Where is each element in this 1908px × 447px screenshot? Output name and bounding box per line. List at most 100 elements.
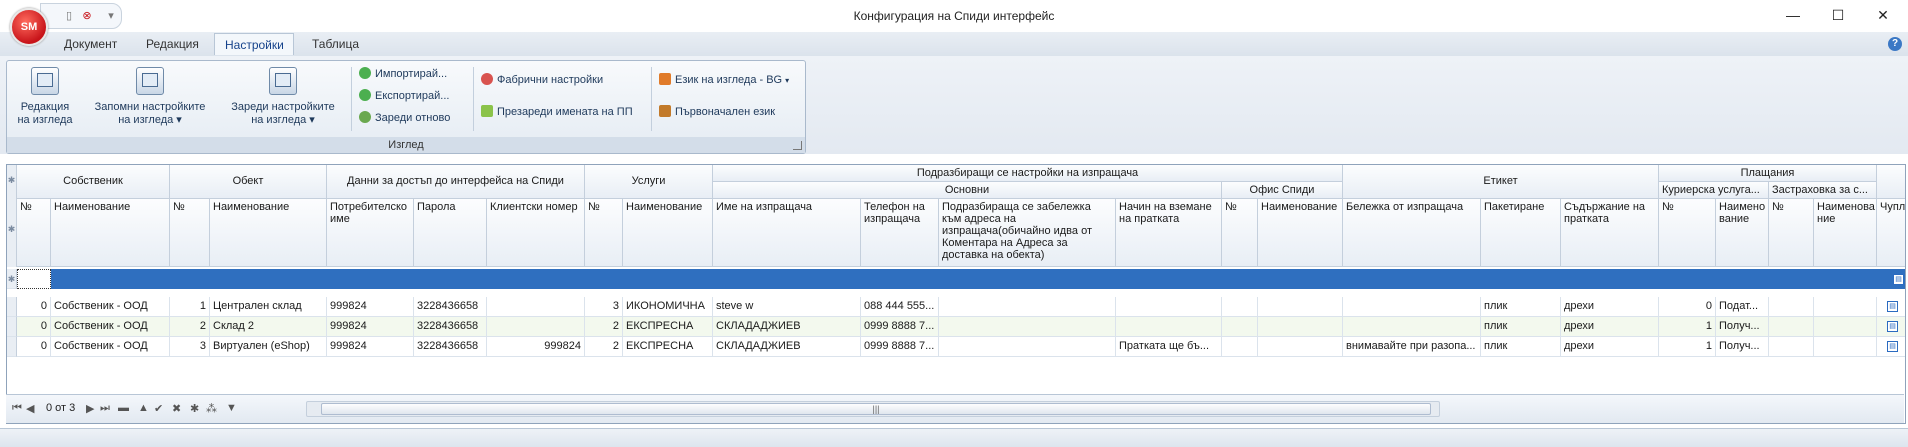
- load-layout-button[interactable]: Зареди настройките на изгледа ▾: [225, 67, 341, 127]
- factory-settings-button[interactable]: Фабрични настройки: [481, 73, 603, 86]
- col-pay-insurance-no[interactable]: №: [1769, 199, 1814, 267]
- cell-service-name[interactable]: ЕКСПРЕСНА: [623, 337, 713, 357]
- col-service-name[interactable]: Наименование: [623, 199, 713, 267]
- cell-office-no[interactable]: [1222, 337, 1258, 357]
- cell-fragile[interactable]: ▤: [1877, 317, 1905, 337]
- reload-names-button[interactable]: Презареди имената на ПП: [481, 105, 633, 118]
- col-password[interactable]: Парола: [414, 199, 487, 267]
- row-edit-icon[interactable]: ▤: [1887, 321, 1898, 332]
- cell-service-no[interactable]: 3: [585, 297, 623, 317]
- cell-office-name[interactable]: [1258, 297, 1343, 317]
- cell-fragile[interactable]: ▤: [1877, 297, 1905, 317]
- horizontal-scrollbar[interactable]: |||: [306, 401, 1440, 417]
- tab-edit[interactable]: Редакция: [146, 37, 199, 51]
- col-pickup-method[interactable]: Начин на вземане на пратката: [1116, 199, 1222, 267]
- close-button[interactable]: ✕: [1868, 4, 1898, 26]
- cell-pay-ins-no[interactable]: [1769, 317, 1814, 337]
- cell-pay-courier-name[interactable]: Получ...: [1716, 317, 1769, 337]
- cell-pay-ins-no[interactable]: [1769, 297, 1814, 317]
- cell-sender-note[interactable]: [1343, 297, 1481, 317]
- cell-owner-name[interactable]: Собственик - ООД: [51, 337, 170, 357]
- append-record-icon[interactable]: ▲: [138, 402, 149, 414]
- row-edit-icon[interactable]: ▤: [1887, 341, 1898, 352]
- prev-page-icon[interactable]: ◀: [26, 402, 34, 415]
- cell-sender-note[interactable]: внимавайте при разопа...: [1343, 337, 1481, 357]
- cell-service-no[interactable]: 2: [585, 337, 623, 357]
- cell-fragile[interactable]: ▤: [1877, 337, 1905, 357]
- cell-owner-no[interactable]: 0: [17, 337, 51, 357]
- cell-pay-ins-name[interactable]: [1814, 317, 1877, 337]
- cell-owner-name[interactable]: Собственик - ООД: [51, 297, 170, 317]
- delete-record-icon[interactable]: ▬: [118, 402, 129, 414]
- cell-packaging[interactable]: плик: [1481, 317, 1561, 337]
- cell-packaging[interactable]: плик: [1481, 337, 1561, 357]
- cell-pay-courier-name[interactable]: Подат...: [1716, 297, 1769, 317]
- col-sender-note[interactable]: Бележка от изпращача: [1343, 199, 1481, 267]
- cell-client-no[interactable]: [487, 317, 585, 337]
- cell-username[interactable]: 999824: [327, 317, 414, 337]
- cell-sender-name[interactable]: steve w: [713, 297, 861, 317]
- import-button[interactable]: Импортирай...: [359, 67, 447, 80]
- maximize-button[interactable]: ☐: [1823, 4, 1853, 26]
- cell-sender-name[interactable]: СКЛАДАДЖИЕВ: [713, 337, 861, 357]
- cell-sender-name[interactable]: СКЛАДАДЖИЕВ: [713, 317, 861, 337]
- col-sender-phone[interactable]: Телефон на изпращача: [861, 199, 939, 267]
- column-chooser-icon[interactable]: ✱: [7, 199, 17, 267]
- cell-client-no[interactable]: [487, 297, 585, 317]
- cell-service-name[interactable]: ЕКСПРЕСНА: [623, 317, 713, 337]
- cell-username[interactable]: 999824: [327, 297, 414, 317]
- cell-default-note[interactable]: [939, 297, 1116, 317]
- cell-default-note[interactable]: [939, 317, 1116, 337]
- table-row[interactable]: 0 Собственик - ООД 1 Централен склад 999824 3…: [7, 297, 1905, 317]
- cell-sender-phone[interactable]: 0999 8888 7...: [861, 317, 939, 337]
- col-office-name[interactable]: Наименование: [1258, 199, 1343, 267]
- edit-layout-button[interactable]: Редакция на изгледа: [13, 67, 77, 127]
- cell-contents[interactable]: дрехи: [1561, 317, 1659, 337]
- cell-pay-ins-no[interactable]: [1769, 337, 1814, 357]
- goto-bookmark-icon[interactable]: ⁂: [206, 402, 217, 415]
- col-owner-name[interactable]: Наименование: [51, 199, 170, 267]
- col-pay-insurance-name[interactable]: Наименова ние: [1814, 199, 1877, 267]
- col-pay-courier-no[interactable]: №: [1659, 199, 1716, 267]
- col-packaging[interactable]: Пакетиране: [1481, 199, 1561, 267]
- col-object-no[interactable]: №: [170, 199, 210, 267]
- col-username[interactable]: Потребителско име: [327, 199, 414, 267]
- cell-office-no[interactable]: [1222, 297, 1258, 317]
- col-owner-no[interactable]: №: [17, 199, 51, 267]
- cell-office-name[interactable]: [1258, 337, 1343, 357]
- cell-username[interactable]: 999824: [327, 337, 414, 357]
- cell-packaging[interactable]: плик: [1481, 297, 1561, 317]
- app-logo[interactable]: SM: [10, 8, 48, 46]
- col-fragile[interactable]: Чупли: [1877, 199, 1905, 267]
- col-object-name[interactable]: Наименование: [210, 199, 327, 267]
- dialog-launcher-icon[interactable]: .: [793, 141, 802, 150]
- cell-object-name[interactable]: Централен склад: [210, 297, 327, 317]
- cell-service-no[interactable]: 2: [585, 317, 623, 337]
- cell-password[interactable]: 3228436658: [414, 317, 487, 337]
- cell-default-note[interactable]: [939, 337, 1116, 357]
- scrollbar-thumb[interactable]: |||: [321, 403, 1431, 415]
- cell-pay-courier-no[interactable]: 0: [1659, 297, 1716, 317]
- cell-owner-no[interactable]: 0: [17, 317, 51, 337]
- col-office-no[interactable]: №: [1222, 199, 1258, 267]
- last-record-icon[interactable]: ⏭: [100, 402, 110, 415]
- cell-service-name[interactable]: ИКОНОМИЧНА: [623, 297, 713, 317]
- cell-sender-phone[interactable]: 0999 8888 7...: [861, 337, 939, 357]
- cell-pickup-method[interactable]: [1116, 317, 1222, 337]
- help-icon[interactable]: ?: [1888, 37, 1902, 51]
- reload-button[interactable]: Зареди отново: [359, 111, 450, 124]
- new-row-edit-icon[interactable]: ▤: [1893, 274, 1904, 285]
- col-default-note[interactable]: Подразбираща се забележка към адреса на …: [939, 199, 1116, 267]
- col-sender-name[interactable]: Име на изпращача: [713, 199, 861, 267]
- cell-object-no[interactable]: 3: [170, 337, 210, 357]
- cell-pay-courier-no[interactable]: 1: [1659, 337, 1716, 357]
- cell-pickup-method[interactable]: [1116, 297, 1222, 317]
- new-row-focused-cell[interactable]: [17, 269, 51, 289]
- save-layout-button[interactable]: Запомни настройките на изгледа ▾: [87, 67, 213, 127]
- row-edit-icon[interactable]: ▤: [1887, 301, 1898, 312]
- cell-pay-courier-name[interactable]: Получ...: [1716, 337, 1769, 357]
- tab-settings[interactable]: Настройки: [214, 33, 294, 55]
- col-client-no[interactable]: Клиентски номер: [487, 199, 585, 267]
- row-indicator[interactable]: [7, 297, 17, 317]
- cell-owner-no[interactable]: 0: [17, 297, 51, 317]
